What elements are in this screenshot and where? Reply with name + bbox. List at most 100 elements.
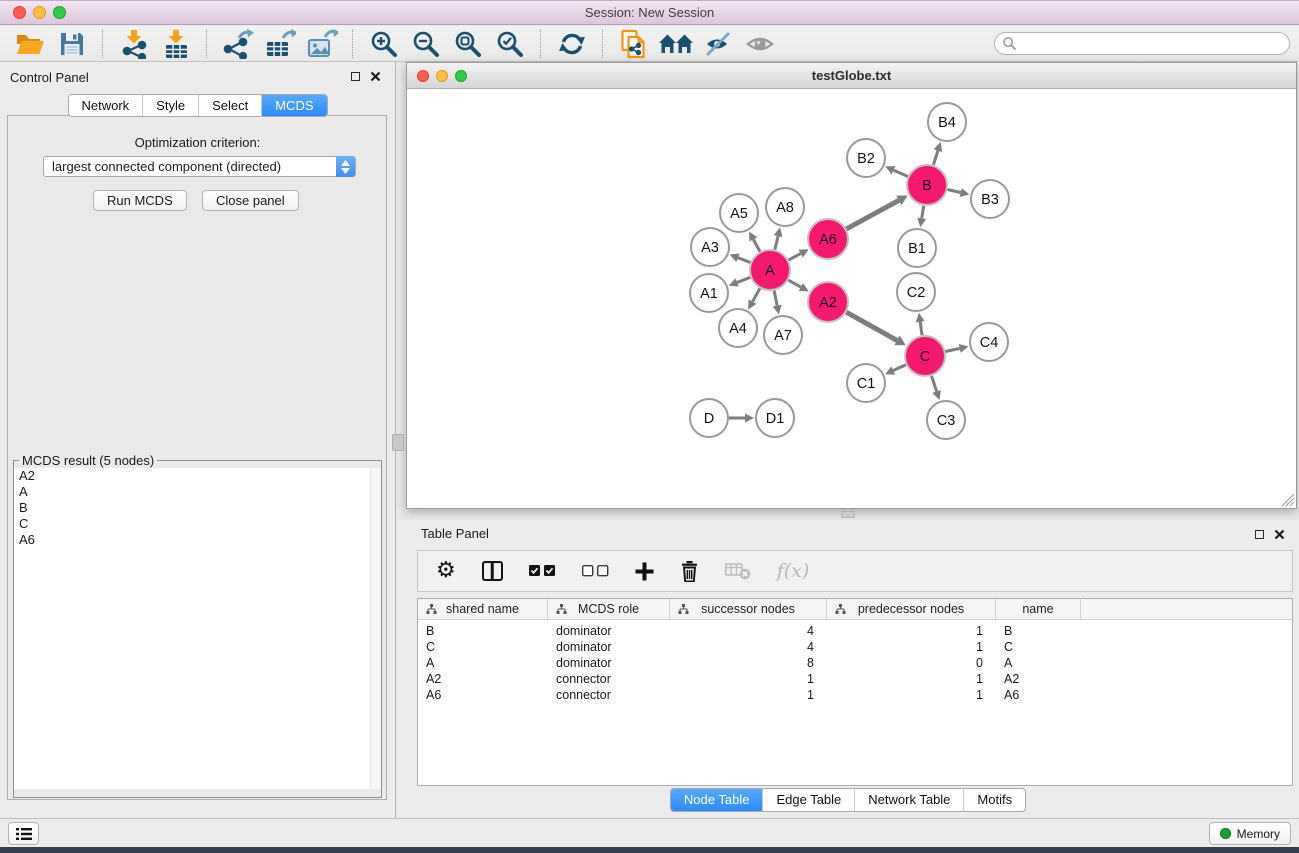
vertical-splitter-handle[interactable] xyxy=(392,434,404,451)
node-A[interactable]: A xyxy=(750,250,790,290)
select-all-columns-button[interactable] xyxy=(529,565,556,577)
tab-motifs[interactable]: Motifs xyxy=(963,789,1025,811)
import-table-button[interactable] xyxy=(155,29,197,59)
zoom-out-button[interactable] xyxy=(405,29,447,59)
mcds-result-item[interactable]: A xyxy=(14,484,381,500)
table-row-C[interactable]: Cdominator41C xyxy=(418,639,1292,655)
edge-B-B1[interactable] xyxy=(917,206,926,228)
edge-D-D1[interactable] xyxy=(729,414,754,423)
edge-A-A5[interactable] xyxy=(749,231,760,251)
search-input[interactable] xyxy=(1017,34,1289,53)
edge-A6-B[interactable] xyxy=(846,195,907,228)
delete-table-button[interactable] xyxy=(725,562,751,580)
close-table-panel-icon[interactable] xyxy=(1274,529,1285,540)
deselect-all-columns-button[interactable] xyxy=(582,565,609,577)
node-A7[interactable]: A7 xyxy=(764,316,802,354)
edge-C-C1[interactable] xyxy=(885,365,906,375)
edge-A-A3[interactable] xyxy=(730,254,751,263)
node-C3[interactable]: C3 xyxy=(927,401,965,439)
tab-network[interactable]: Network xyxy=(68,95,142,116)
criterion-select[interactable]: largest connected component (directed) xyxy=(43,156,356,177)
node-D1[interactable]: D1 xyxy=(756,399,794,437)
edge-B-B3[interactable] xyxy=(947,188,969,197)
close-panel-button[interactable]: Close panel xyxy=(202,190,299,211)
node-A1[interactable]: A1 xyxy=(690,274,728,312)
column-header-predecessor-nodes[interactable]: predecessor nodes xyxy=(827,599,996,619)
close-panel-icon[interactable] xyxy=(370,71,381,82)
node-C[interactable]: C xyxy=(905,336,945,376)
node-D[interactable]: D xyxy=(690,399,728,437)
node-A3[interactable]: A3 xyxy=(691,228,729,266)
zoom-selected-button[interactable] xyxy=(489,29,531,59)
result-list-scrollbar[interactable] xyxy=(370,468,381,789)
open-session-button[interactable] xyxy=(9,29,51,59)
run-mcds-button[interactable]: Run MCDS xyxy=(93,190,187,211)
node-B[interactable]: B xyxy=(907,165,947,205)
column-header-successor-nodes[interactable]: successor nodes xyxy=(670,599,827,619)
edge-C-C4[interactable] xyxy=(946,344,969,353)
zoom-in-button[interactable] xyxy=(363,29,405,59)
tab-network-table[interactable]: Network Table xyxy=(854,789,963,811)
birds-eye-view-button[interactable] xyxy=(739,29,781,59)
zoom-fit-button[interactable] xyxy=(447,29,489,59)
task-history-button[interactable] xyxy=(8,822,39,845)
edge-A-A2[interactable] xyxy=(788,280,808,291)
horizontal-splitter-handle[interactable] xyxy=(841,511,855,518)
table-settings-button[interactable]: ⚙ xyxy=(436,560,456,582)
table-row-A2[interactable]: A2connector11A2 xyxy=(418,671,1292,687)
column-header-mcds-role[interactable]: MCDS role xyxy=(548,599,670,619)
network-canvas[interactable]: B4B2BB3A5A8A6A3B1AA1C2A2A4A7C4CC1C3DD1 xyxy=(407,89,1296,508)
delete-column-button[interactable] xyxy=(680,561,699,582)
node-C1[interactable]: C1 xyxy=(847,364,885,402)
table-row-A[interactable]: Adominator80A xyxy=(418,655,1292,671)
function-builder-button[interactable]: f(x) xyxy=(777,560,810,582)
node-A2[interactable]: A2 xyxy=(808,282,848,322)
edge-A-A8[interactable] xyxy=(774,227,783,249)
node-A4[interactable]: A4 xyxy=(719,309,757,347)
edge-B-B2[interactable] xyxy=(885,166,908,176)
mcds-result-item[interactable]: C xyxy=(14,516,381,532)
edge-A-A4[interactable] xyxy=(748,288,760,309)
split-view-button[interactable] xyxy=(482,561,503,581)
node-C2[interactable]: C2 xyxy=(897,273,935,311)
edge-A-A6[interactable] xyxy=(789,249,809,260)
duplicate-network-button[interactable] xyxy=(613,29,655,59)
mcds-result-item[interactable]: B xyxy=(14,500,381,516)
node-A8[interactable]: A8 xyxy=(766,188,804,226)
table-row-B[interactable]: Bdominator41B xyxy=(418,623,1292,639)
edge-B-B4[interactable] xyxy=(933,142,942,165)
tab-style[interactable]: Style xyxy=(142,95,198,116)
export-table-button[interactable] xyxy=(259,29,301,59)
edge-C-C3[interactable] xyxy=(932,376,941,400)
tab-mcds[interactable]: MCDS xyxy=(261,95,326,116)
network-window-titlebar[interactable]: testGlobe.txt xyxy=(407,63,1296,89)
edge-A2-C[interactable] xyxy=(846,312,905,345)
float-table-panel-icon[interactable] xyxy=(1255,530,1264,539)
tab-edge-table[interactable]: Edge Table xyxy=(762,789,854,811)
import-network-button[interactable] xyxy=(113,29,155,59)
memory-button[interactable]: Memory xyxy=(1209,822,1291,845)
tab-node-table[interactable]: Node Table xyxy=(671,789,763,811)
save-session-button[interactable] xyxy=(51,29,93,59)
home-layout-button[interactable] xyxy=(655,29,697,59)
export-network-button[interactable] xyxy=(217,29,259,59)
edge-C-C2[interactable] xyxy=(916,313,925,335)
edge-A-A7[interactable] xyxy=(773,291,782,315)
tab-select[interactable]: Select xyxy=(198,95,261,116)
edge-A-A1[interactable] xyxy=(729,277,751,286)
table-row-A6[interactable]: A6connector11A6 xyxy=(418,687,1292,703)
node-B4[interactable]: B4 xyxy=(928,103,966,141)
node-B1[interactable]: B1 xyxy=(898,229,936,267)
column-header-name[interactable]: name xyxy=(996,599,1081,619)
add-column-button[interactable] xyxy=(635,562,654,581)
mcds-result-item[interactable]: A6 xyxy=(14,532,381,548)
hide-details-button[interactable] xyxy=(697,29,739,59)
export-image-button[interactable] xyxy=(301,29,343,59)
node-B3[interactable]: B3 xyxy=(971,180,1009,218)
node-A6[interactable]: A6 xyxy=(808,219,848,259)
node-C4[interactable]: C4 xyxy=(970,323,1008,361)
node-A5[interactable]: A5 xyxy=(720,194,758,232)
resize-gripper-icon[interactable] xyxy=(1282,494,1295,507)
refresh-button[interactable] xyxy=(551,29,593,59)
float-panel-icon[interactable] xyxy=(351,72,360,81)
